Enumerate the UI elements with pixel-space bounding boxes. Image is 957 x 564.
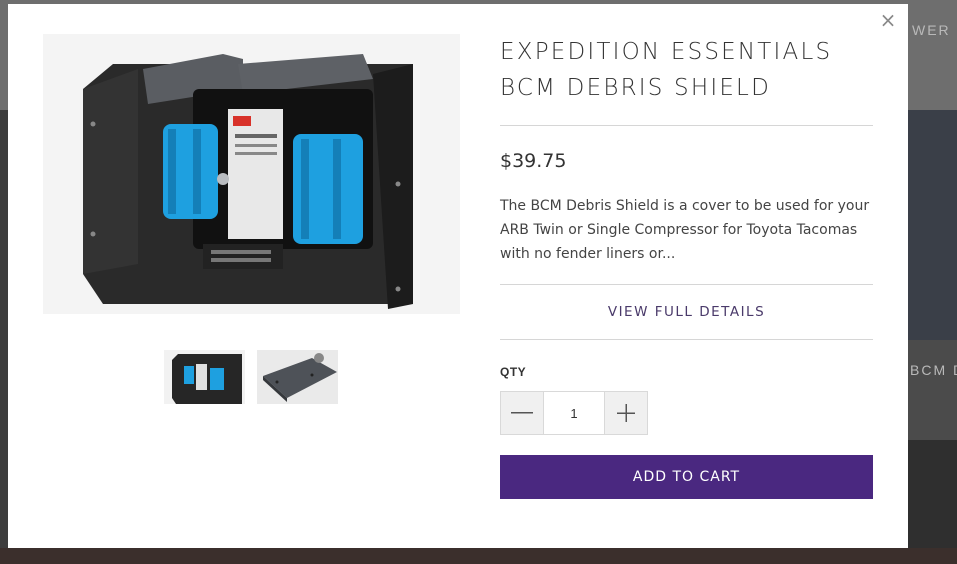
thumbnail-2[interactable]: [256, 349, 339, 405]
divider: [500, 125, 873, 126]
background-product-title-partial: WER C: [912, 22, 957, 38]
product-description: The BCM Debris Shield is a cover to be u…: [500, 198, 870, 262]
decrease-qty-button[interactable]: [501, 392, 543, 434]
compressor-shield-image: [43, 34, 460, 314]
shield-bracket-thumbnail-icon: [257, 350, 338, 404]
product-title: EXPEDITION ESSENTIALS BCM DEBRIS SHIELD: [500, 39, 833, 101]
compressor-shield-thumbnail-icon: [164, 350, 245, 404]
background-left-edge: [0, 110, 8, 564]
view-full-details-link[interactable]: VIEW FULL DETAILS: [500, 285, 873, 339]
background-product-image-right-lower: [908, 440, 957, 564]
background-bottom-strip: [0, 548, 957, 564]
background-product-title-partial-2: BCM D: [910, 362, 957, 378]
add-to-cart-button[interactable]: ADD TO CART: [500, 455, 873, 499]
quantity-input[interactable]: [543, 392, 605, 434]
minus-icon: [511, 412, 533, 414]
product-main-image[interactable]: [43, 34, 460, 314]
increase-qty-button[interactable]: [605, 392, 647, 434]
quick-view-modal: × EXPEDITION ESSENTIALS BCM DEBRIS SHIEL…: [8, 4, 908, 548]
thumbnail-strip: [163, 349, 339, 405]
thumbnail-1[interactable]: [163, 349, 246, 405]
background-product-image-right: [908, 110, 957, 340]
product-info: EXPEDITION ESSENTIALS BCM DEBRIS SHIELD …: [500, 34, 873, 499]
close-icon[interactable]: ×: [878, 10, 898, 30]
divider: [500, 339, 873, 340]
plus-icon: [617, 404, 635, 422]
product-price: $39.75: [500, 150, 567, 172]
quantity-stepper: [500, 391, 648, 435]
qty-label: QTY: [500, 365, 527, 379]
